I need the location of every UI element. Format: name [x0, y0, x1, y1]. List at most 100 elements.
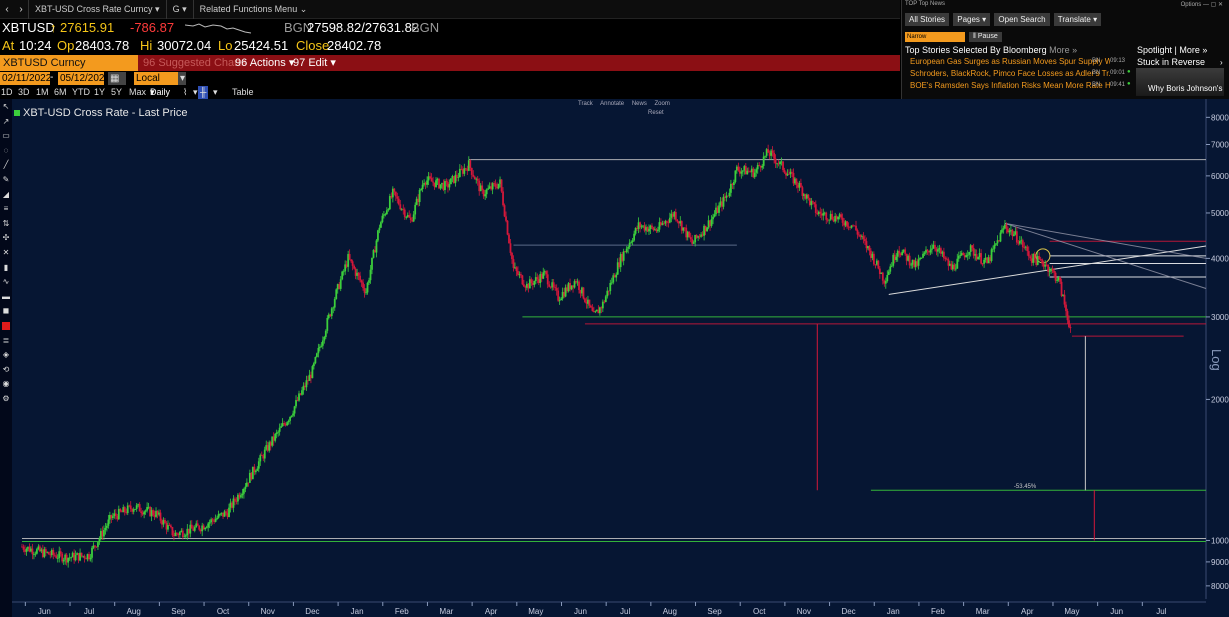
x-tick-label: Apr — [1021, 607, 1034, 616]
range-1y[interactable]: 1Y — [94, 86, 105, 99]
tab-translate[interactable]: Translate ▾ — [1053, 13, 1102, 26]
close-icon[interactable]: — ▢ ✕ — [1203, 2, 1223, 8]
x-tick-label: Jan — [351, 607, 364, 616]
candle-body — [31, 548, 34, 555]
actions-button[interactable]: 96 Actions ▾ — [232, 55, 294, 71]
candle-body — [1012, 234, 1015, 236]
candle-body — [706, 227, 708, 232]
tab-pages[interactable]: Pages ▾ — [953, 13, 991, 26]
candle-body — [773, 152, 776, 159]
candle-body — [89, 557, 92, 560]
x-tick-label: Oct — [753, 607, 766, 616]
chevron-down-icon[interactable]: ▾ — [193, 86, 198, 99]
news-story-2[interactable]: Schroders, BlackRock, Pimco Face Losses … — [910, 69, 1110, 78]
top-stories-more-link[interactable]: More » — [1049, 45, 1077, 55]
spotlight-label: Spotlight — [1137, 45, 1173, 55]
candle-body — [44, 549, 47, 553]
candle-body — [509, 243, 512, 253]
range-5y[interactable]: 5Y — [111, 86, 122, 99]
candle-body — [508, 234, 510, 244]
news-story-1[interactable]: European Gas Surges as Russian Moves Spu… — [910, 57, 1110, 66]
candle-body — [62, 559, 65, 562]
news-search-input[interactable]: Narrow — [905, 32, 965, 42]
calendar-icon[interactable]: ▦ — [108, 72, 126, 85]
candle-body — [412, 214, 415, 222]
high-label: Hi — [140, 38, 153, 53]
currency-select[interactable]: Local CCY — [134, 72, 178, 97]
candle-body — [152, 510, 154, 516]
candle-body — [375, 240, 378, 253]
candle-body — [485, 189, 488, 195]
chevron-down-icon[interactable]: ▾ — [178, 72, 186, 85]
candle-body — [584, 298, 586, 302]
range-1m[interactable]: 1M — [36, 86, 49, 99]
start-date-input[interactable]: 02/11/2022 — [0, 72, 51, 85]
candle-body — [846, 221, 848, 227]
end-date-input[interactable]: 05/12/2022 — [58, 72, 110, 85]
candle-body — [889, 266, 892, 272]
spotlight-thumbnail-caption[interactable]: Why Boris Johnson's — [1148, 84, 1222, 93]
range-6m[interactable]: 6M — [54, 86, 67, 99]
candle-body — [503, 205, 506, 217]
candle-body — [387, 209, 390, 211]
g-menu-dropdown[interactable]: G ▾ — [165, 0, 193, 19]
candle-body — [140, 511, 143, 513]
candle-body — [640, 226, 643, 228]
candle-body — [983, 259, 985, 264]
pause-button[interactable]: ‖ Pause — [969, 32, 1002, 42]
related-functions-menu[interactable]: Related Functions Menu ⌄ — [192, 0, 314, 19]
back-arrow-icon[interactable]: ‹ — [0, 4, 14, 15]
line-chart-icon[interactable]: ⌇ — [183, 86, 187, 99]
candle-body — [1054, 272, 1057, 281]
edit-button[interactable]: 97 Edit ▾ — [290, 55, 336, 71]
open-value: 28403.78 — [75, 38, 130, 53]
x-tick-label: Dec — [305, 607, 319, 616]
candle-body — [445, 181, 448, 183]
candle-body — [135, 505, 138, 509]
next-arrow-icon[interactable]: › — [1220, 58, 1223, 67]
tab-all-stories[interactable]: All Stories — [905, 13, 950, 26]
candle-body — [351, 261, 354, 266]
candle-body — [256, 468, 259, 471]
news-story-3[interactable]: BOE's Ramsden Says Inflation Risks Mean … — [910, 81, 1110, 90]
candle-body — [993, 244, 996, 249]
candle-body — [263, 449, 266, 459]
candle-body — [484, 194, 487, 197]
news-story-3-source: BN — [1092, 82, 1101, 88]
suggested-charts-button[interactable]: 96 Suggested Charts — [140, 55, 246, 71]
range-max[interactable]: Max — [129, 86, 146, 99]
up-arrow-icon: ↑ — [50, 20, 57, 35]
range-ytd[interactable]: YTD — [72, 86, 90, 99]
forward-arrow-icon[interactable]: › — [14, 4, 28, 15]
range-3d[interactable]: 3D — [18, 86, 30, 99]
spotlight-more-link[interactable]: More » — [1179, 45, 1207, 55]
tab-open-search[interactable]: Open Search — [994, 13, 1050, 26]
chart-area[interactable]: ↖ ↗ ▭ ◌ ╱ ✎ ◢ ≡ ⇅ ✣ ✕ ▮ ∿ ▬ ◼ ≣ ◈ ⟲ ◉ ⚙ XBT-USD Cross Rate … — [0, 99, 1229, 617]
candle-body — [332, 307, 335, 309]
price-chart[interactable]: 8000 9000 10000 20000 30000 40000 50000 60000 70… — [0, 99, 1229, 617]
candle-body — [429, 176, 431, 179]
news-options-label: Options — [1180, 2, 1202, 8]
candle-body — [450, 178, 452, 185]
chevron-down-icon[interactable]: ▾ — [213, 86, 218, 99]
candle-body — [301, 390, 303, 395]
candle-body — [942, 251, 945, 259]
candle-body — [408, 215, 411, 218]
candle-body — [606, 290, 609, 297]
range-1d[interactable]: 1D — [1, 86, 13, 99]
security-field[interactable]: XBTUSD Curncy — [0, 55, 138, 71]
candle-body — [822, 213, 825, 216]
spotlight-story[interactable]: Stuck in Reverse — [1137, 57, 1205, 67]
table-button[interactable]: Table — [232, 86, 254, 99]
candle-chart-icon[interactable]: ╫ — [198, 86, 209, 99]
candle-body — [533, 280, 536, 285]
security-dropdown[interactable]: XBT-USD Cross Rate Curncy ▾ — [28, 0, 166, 19]
news-options-button[interactable]: Options — ▢ ✕ — [1181, 1, 1223, 8]
suggested-charts-number: 96 — [143, 57, 156, 69]
log-scale-label: Log — [1209, 349, 1224, 371]
candle-body — [601, 301, 604, 309]
tab-translate-label: Translate — [1057, 15, 1091, 24]
candle-body — [764, 155, 767, 157]
candle-body — [890, 265, 893, 267]
x-tick-label: Apr — [485, 607, 498, 616]
